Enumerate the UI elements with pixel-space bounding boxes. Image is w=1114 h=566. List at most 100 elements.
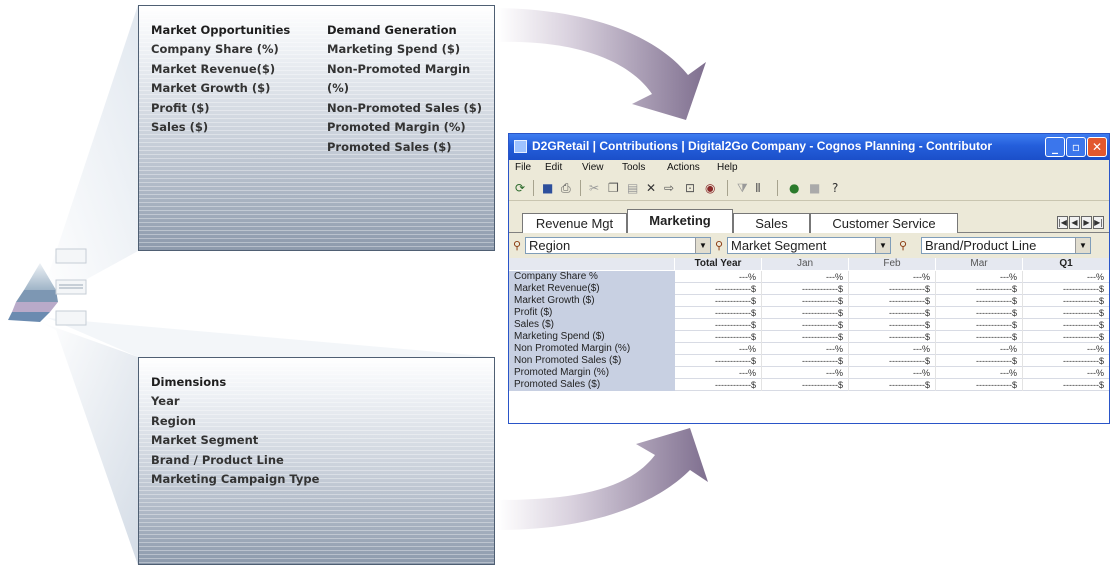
grid-cell[interactable]: ------------$ — [849, 307, 936, 319]
grid-cell[interactable]: ------------$ — [936, 307, 1023, 319]
grid-cell[interactable]: ------------$ — [762, 295, 849, 307]
market-segment-selector[interactable]: Market Segment ▼ — [727, 237, 891, 254]
next-tab-icon[interactable]: ▶ — [1081, 216, 1092, 229]
dimension-item: Market Segment — [151, 433, 259, 447]
grid-cell[interactable]: ---% — [849, 271, 936, 283]
grid-cell[interactable]: ---% — [762, 271, 849, 283]
chevron-down-icon[interactable]: ▼ — [875, 238, 890, 253]
target-icon[interactable]: ◉ — [705, 181, 715, 195]
last-tab-icon[interactable]: ▶| — [1093, 216, 1104, 229]
grid-cell[interactable]: ------------$ — [936, 355, 1023, 367]
column-header[interactable]: Q1 — [1023, 258, 1109, 270]
grid-cell[interactable]: ---% — [762, 343, 849, 355]
menu-edit[interactable]: Edit — [545, 162, 562, 173]
export-icon[interactable]: ⊡ — [685, 181, 695, 195]
import-icon[interactable]: ⇨ — [664, 181, 674, 195]
grid-cell[interactable]: ------------$ — [1023, 295, 1109, 307]
grid-cell[interactable]: ------------$ — [936, 295, 1023, 307]
grid-cell[interactable]: ------------$ — [849, 379, 936, 391]
column-header[interactable]: Feb — [849, 258, 936, 270]
grid-cell[interactable]: ------------$ — [849, 283, 936, 295]
stop-icon[interactable]: ■ — [809, 181, 820, 195]
cut-icon[interactable]: ✂ — [589, 181, 599, 195]
grid-cell[interactable]: ---% — [1023, 271, 1109, 283]
menu-help[interactable]: Help — [717, 162, 738, 173]
column-header[interactable]: Jan — [762, 258, 849, 270]
grid-cell[interactable]: ---% — [849, 343, 936, 355]
grid-cell[interactable]: ---% — [762, 367, 849, 379]
grid-cell[interactable]: ------------$ — [936, 319, 1023, 331]
grid-cell[interactable]: ------------$ — [762, 283, 849, 295]
grid-cell[interactable]: ------------$ — [849, 331, 936, 343]
grid-cell[interactable]: ------------$ — [849, 355, 936, 367]
close-button[interactable]: ✕ — [1087, 137, 1107, 157]
tab-sales[interactable]: Sales — [733, 213, 810, 233]
grid-cell[interactable]: ------------$ — [762, 379, 849, 391]
grid-cell[interactable]: ------------$ — [1023, 355, 1109, 367]
grid-cell[interactable]: ------------$ — [849, 295, 936, 307]
grid-cell[interactable]: ---% — [675, 343, 762, 355]
grid-cell[interactable]: ------------$ — [762, 307, 849, 319]
grid-cell[interactable]: ------------$ — [1023, 307, 1109, 319]
tab-revenue-mgt[interactable]: Revenue Mgt — [522, 213, 627, 233]
table-row: Promoted Margin (%) ---% ---% ---% ---% ---% — [509, 367, 1109, 379]
grid-cell[interactable]: ------------$ — [675, 283, 762, 295]
brand-product-line-selector[interactable]: Brand/Product Line ▼ — [921, 237, 1091, 254]
grid-cell[interactable]: ---% — [936, 343, 1023, 355]
refresh-icon[interactable]: ⟳ — [515, 181, 525, 195]
grid-cell[interactable]: ------------$ — [762, 319, 849, 331]
grid-cell[interactable]: ------------$ — [936, 331, 1023, 343]
grid-cell[interactable]: ------------$ — [936, 283, 1023, 295]
grid-cell[interactable]: ------------$ — [675, 331, 762, 343]
minimize-button[interactable]: _ — [1045, 137, 1065, 157]
previous-tab-icon[interactable]: ◀ — [1069, 216, 1080, 229]
go-icon[interactable]: ● — [789, 181, 799, 195]
save-icon[interactable]: ■ — [542, 181, 553, 195]
grid-cell[interactable]: ---% — [936, 367, 1023, 379]
delete-icon[interactable]: ✕ — [646, 181, 656, 195]
grid-cell[interactable]: ---% — [1023, 343, 1109, 355]
paste-icon[interactable]: ▤ — [627, 181, 638, 195]
column-header[interactable]: Mar — [936, 258, 1023, 270]
help-icon[interactable]: ? — [832, 181, 838, 195]
region-selector[interactable]: Region ▼ — [525, 237, 711, 254]
window-title: D2GRetail | Contributions | Digital2Go C… — [532, 139, 993, 153]
chevron-down-icon[interactable]: ▼ — [1075, 238, 1090, 253]
menu-tools[interactable]: Tools — [622, 162, 645, 173]
menu-file[interactable]: File — [515, 162, 531, 173]
grid-cell[interactable]: ---% — [1023, 367, 1109, 379]
chart-icon[interactable]: Ⅱ — [755, 181, 761, 195]
grid-cell[interactable]: ------------$ — [1023, 283, 1109, 295]
grid-cell[interactable]: ------------$ — [762, 355, 849, 367]
column-header[interactable]: Total Year — [675, 258, 762, 270]
grid-cell[interactable]: ------------$ — [675, 295, 762, 307]
grid-cell[interactable]: ---% — [936, 271, 1023, 283]
grid-cell[interactable]: ------------$ — [675, 319, 762, 331]
chevron-down-icon[interactable]: ▼ — [695, 238, 710, 253]
grid-cell[interactable]: ------------$ — [1023, 331, 1109, 343]
tab-customer-service[interactable]: Customer Service — [810, 213, 958, 233]
grid-cell[interactable]: ------------$ — [1023, 319, 1109, 331]
first-tab-icon[interactable]: |◀ — [1057, 216, 1068, 229]
grid-cell[interactable]: ------------$ — [1023, 379, 1109, 391]
copy-icon[interactable]: ❐ — [608, 181, 619, 195]
grid-cell[interactable]: ---% — [675, 367, 762, 379]
filter-icon[interactable]: ⧩ — [737, 181, 748, 195]
grid-cell[interactable]: ------------$ — [675, 379, 762, 391]
grid-cell[interactable]: ---% — [849, 367, 936, 379]
grid-cell[interactable]: ------------$ — [675, 355, 762, 367]
title-bar[interactable]: D2GRetail | Contributions | Digital2Go C… — [509, 134, 1109, 160]
tab-marketing[interactable]: Marketing — [627, 209, 733, 233]
toolbar-separator — [580, 180, 581, 196]
grid-cell[interactable]: ------------$ — [675, 307, 762, 319]
menu-view[interactable]: View — [582, 162, 604, 173]
grid-cell[interactable]: ------------$ — [936, 379, 1023, 391]
row-label: Promoted Margin (%) — [509, 367, 675, 379]
maximize-button[interactable]: ▫ — [1066, 137, 1086, 157]
grid-cell[interactable]: ------------$ — [849, 319, 936, 331]
row-label: Market Revenue($) — [509, 283, 675, 295]
print-icon[interactable]: ⎙ — [561, 181, 571, 195]
menu-actions[interactable]: Actions — [667, 162, 700, 173]
grid-cell[interactable]: ------------$ — [762, 331, 849, 343]
grid-cell[interactable]: ---% — [675, 271, 762, 283]
